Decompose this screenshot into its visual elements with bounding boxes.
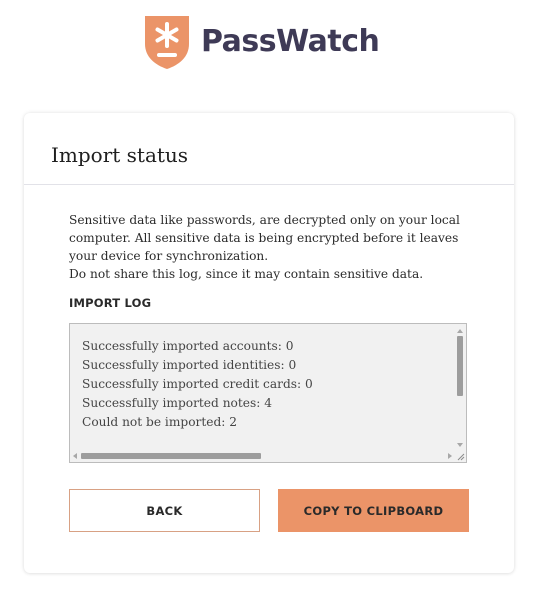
scroll-left-arrow-icon[interactable] — [73, 453, 77, 459]
scroll-up-arrow-icon[interactable] — [457, 329, 463, 333]
vertical-scroll-thumb[interactable] — [457, 336, 463, 396]
scroll-right-arrow-icon[interactable] — [448, 453, 452, 459]
intro-paragraph-security: Sensitive data like passwords, are decry… — [69, 213, 460, 263]
import-log-textarea[interactable]: Successfully imported accounts: 0 Succes… — [69, 323, 467, 463]
scroll-down-arrow-icon[interactable] — [457, 443, 463, 447]
brand-name: PassWatch — [201, 24, 380, 59]
log-line: Successfully imported accounts: 0 — [82, 339, 294, 353]
horizontal-scrollbar[interactable] — [71, 451, 456, 461]
page-title: Import status — [51, 143, 189, 167]
horizontal-scroll-thumb[interactable] — [81, 453, 261, 459]
vertical-scrollbar[interactable] — [455, 325, 465, 451]
intro-text: Sensitive data like passwords, are decry… — [69, 211, 474, 283]
copy-to-clipboard-button[interactable]: COPY TO CLIPBOARD — [278, 489, 469, 532]
log-line: Successfully imported credit cards: 0 — [82, 377, 313, 391]
import-log-label: IMPORT LOG — [69, 296, 152, 310]
intro-paragraph-warning: Do not share this log, since it may cont… — [69, 267, 424, 281]
import-log-content: Successfully imported accounts: 0 Succes… — [82, 337, 313, 432]
log-line: Successfully imported notes: 4 — [82, 396, 272, 410]
log-line: Could not be imported: 2 — [82, 415, 237, 429]
title-divider — [24, 184, 514, 185]
shield-asterisk-icon — [145, 16, 189, 69]
brand-logo: PassWatch — [143, 14, 380, 70]
import-status-card: Import status Sensitive data like passwo… — [24, 113, 514, 573]
back-button[interactable]: BACK — [69, 489, 260, 532]
log-line: Successfully imported identities: 0 — [82, 358, 297, 372]
resize-grip-icon[interactable] — [456, 452, 465, 461]
